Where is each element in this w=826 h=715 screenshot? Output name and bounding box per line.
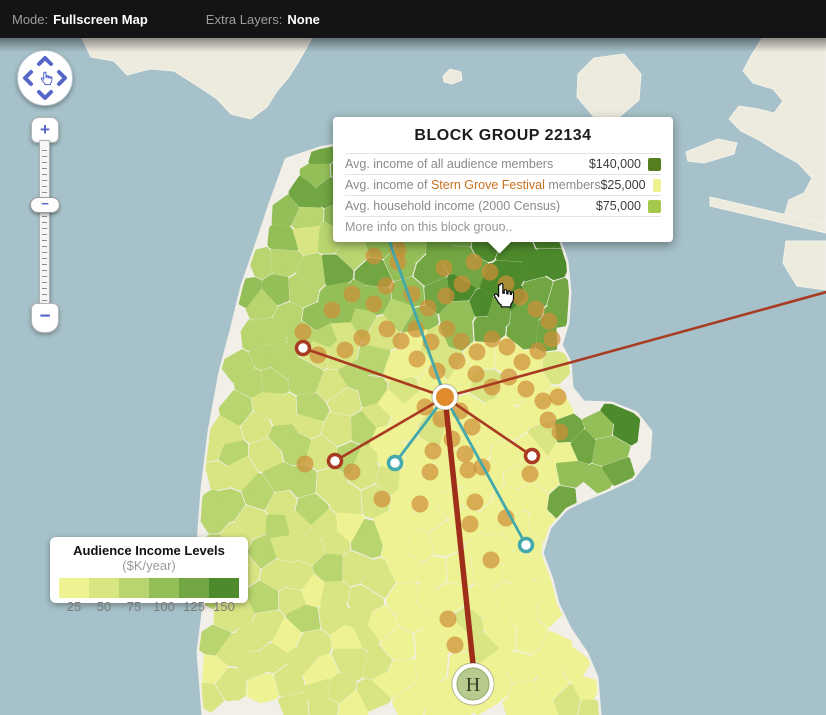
- mode-label: Mode:: [12, 12, 48, 27]
- tooltip-row-census: Avg. household income (2000 Census) $75,…: [345, 195, 661, 216]
- zoom-track[interactable]: [39, 140, 50, 306]
- pan-up-icon[interactable]: [39, 58, 51, 64]
- red-node-marker[interactable]: [297, 342, 310, 355]
- mode-value[interactable]: Fullscreen Map: [53, 12, 148, 27]
- zoom-out-button[interactable]: −: [31, 303, 59, 333]
- zoom-ticks: [42, 145, 47, 301]
- legend-title: Audience Income Levels ($K/year): [50, 543, 248, 573]
- tooltip-title: BLOCK GROUP 22134: [333, 127, 673, 145]
- legend-swatch: [89, 578, 119, 598]
- pan-control[interactable]: [17, 50, 73, 106]
- extra-layers-label: Extra Layers:: [206, 12, 283, 27]
- row-label: Avg. income of Stern Grove Festival memb…: [345, 178, 600, 192]
- row-color-chip: [648, 158, 661, 171]
- legend-swatch: [119, 578, 149, 598]
- row-label: Avg. income of all audience members: [345, 157, 589, 171]
- zoom-handle[interactable]: −: [30, 197, 60, 213]
- extra-layers-group: Extra Layers: None: [206, 12, 320, 27]
- legend-tick-labels: 25 50 75 100 125 150: [59, 599, 239, 614]
- legend-swatch-bar: [59, 578, 239, 598]
- row-value: $140,000: [589, 157, 641, 171]
- pan-down-icon[interactable]: [39, 92, 51, 98]
- legend-tick: 150: [209, 599, 239, 614]
- row-label: Avg. household income (2000 Census): [345, 199, 596, 213]
- row-value: $25,000: [600, 178, 645, 192]
- block-group-tooltip: BLOCK GROUP 22134 Avg. income of all aud…: [333, 117, 673, 242]
- legend-title-text: Audience Income Levels: [73, 543, 225, 558]
- income-legend: Audience Income Levels ($K/year) 25 50 7…: [50, 537, 248, 603]
- legend-tick: 100: [149, 599, 179, 614]
- legend-swatch: [149, 578, 179, 598]
- legend-swatch: [209, 578, 239, 598]
- row-value: $75,000: [596, 199, 641, 213]
- venue-marker-label: H: [466, 674, 480, 696]
- legend-tick: 50: [89, 599, 119, 614]
- teal-node-marker[interactable]: [520, 539, 533, 552]
- pan-hand-icon: [41, 72, 51, 85]
- row-color-chip: [653, 179, 661, 192]
- row-color-chip: [648, 200, 661, 213]
- legend-unit: ($K/year): [122, 558, 175, 573]
- legend-tick: 25: [59, 599, 89, 614]
- legend-swatch: [179, 578, 209, 598]
- red-node-marker[interactable]: [526, 450, 539, 463]
- legend-swatch: [59, 578, 89, 598]
- top-bar: Mode: Fullscreen Map Extra Layers: None: [0, 0, 826, 38]
- pan-left-icon[interactable]: [25, 72, 31, 84]
- mode-group: Mode: Fullscreen Map: [12, 12, 148, 27]
- teal-node-marker[interactable]: [389, 457, 402, 470]
- extra-layers-value[interactable]: None: [287, 12, 320, 27]
- red-node-marker[interactable]: [329, 455, 342, 468]
- hub-marker-core: [436, 388, 454, 406]
- pan-right-icon[interactable]: [59, 72, 65, 84]
- legend-tick: 125: [179, 599, 209, 614]
- tooltip-row-festival: Avg. income of Stern Grove Festival memb…: [345, 174, 661, 195]
- tooltip-row-audience: Avg. income of all audience members $140…: [345, 153, 661, 174]
- legend-tick: 75: [119, 599, 149, 614]
